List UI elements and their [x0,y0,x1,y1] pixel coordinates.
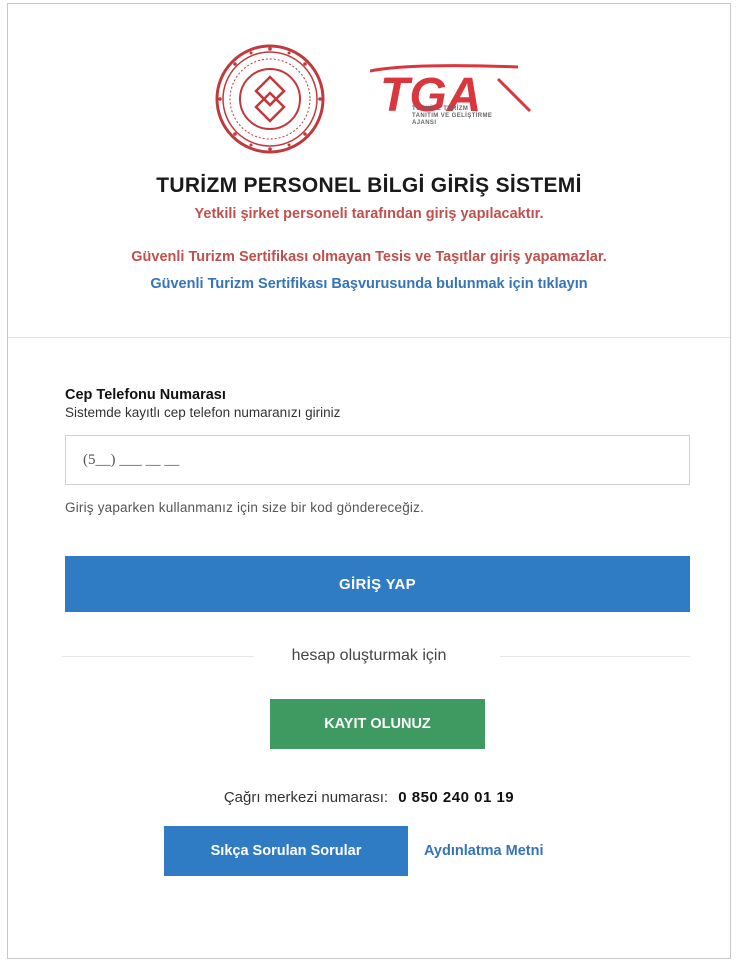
authorized-personnel-note: Yetkili şirket personeli tarafından giri… [194,206,544,222]
tga-subtext-line-1: TÜRKİYE TURİZM [412,106,469,112]
certificate-application-link[interactable]: Güvenli Turizm Sertifikası Başvurusunda … [8,276,730,292]
login-panel: TGA TÜRKİYE TURİZM TANITIM VE GELİŞTİRME… [7,3,731,959]
certificate-warning: Güvenli Turizm Sertifikası olmayan Tesis… [131,249,607,265]
privacy-notice-link[interactable]: Aydınlatma Metni [424,843,544,859]
faq-button[interactable]: Sıkça Sorulan Sorular [164,826,408,876]
register-button[interactable]: KAYIT OLUNUZ [270,699,485,749]
create-account-text: hesap oluşturmak için [291,647,447,664]
call-center-number: 0 850 240 01 19 [398,789,515,806]
phone-label: Cep Telefonu Numarası [65,387,226,403]
tga-logo-icon: TGA [370,64,532,122]
tga-logo-subtext: TÜRKİYE TURİZM TANITIM VE GELİŞTİRME AJA… [412,106,492,127]
verification-code-note: Giriş yaparken kullanmanız için size bir… [65,500,425,515]
login-button[interactable]: GİRİŞ YAP [65,556,690,612]
ministry-seal-icon [215,44,325,154]
logo-row: TGA TÜRKİYE TURİZM TANITIM VE GELİŞTİRME… [8,44,730,154]
call-center-label: Çağrı merkezi numarası: [223,789,389,806]
tga-subtext-line-3: AJANSI [412,120,437,126]
phone-input[interactable] [65,435,690,485]
call-center-info: Çağrı merkezi numarası: 0 850 240 01 19 [8,789,730,806]
tga-subtext-line-2: TANITIM VE GELİŞTİRME [412,113,493,119]
section-divider [8,337,730,338]
phone-help-text: Sistemde kayıtlı cep telefon numaranızı … [65,405,341,420]
page-title: TURİZM PERSONEL BİLGİ GİRİŞ SİSTEMİ [156,174,582,197]
